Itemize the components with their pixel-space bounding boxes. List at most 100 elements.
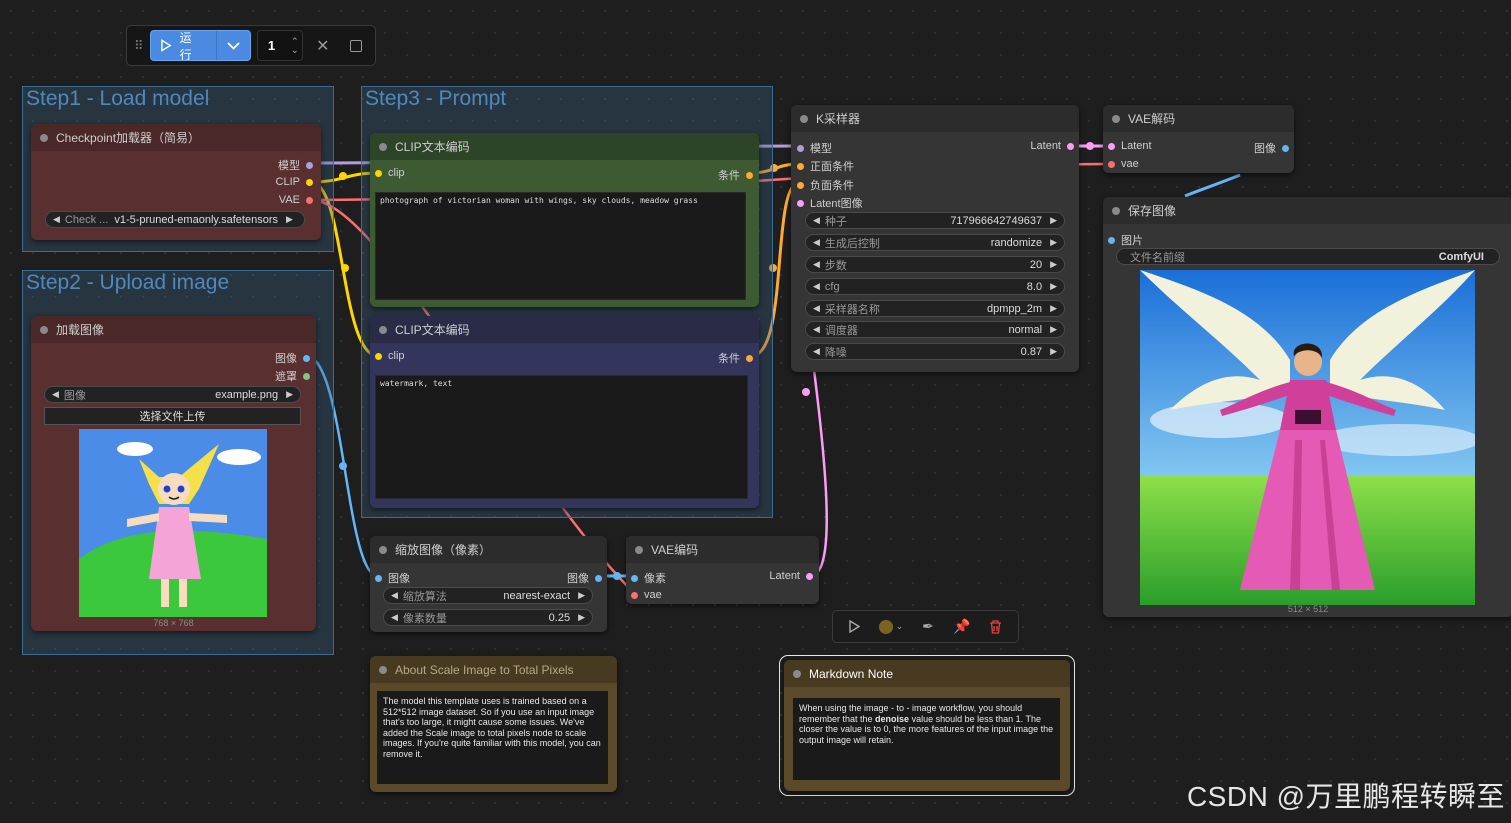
slot-pin[interactable]	[806, 572, 813, 580]
filename-prefix-widget[interactable]: 文件名前缀 ComfyUI	[1116, 248, 1500, 265]
arrow-right-icon[interactable]: ▶	[578, 612, 585, 623]
cancel-run-button[interactable]: ✕	[309, 32, 336, 60]
upscale-method-widget[interactable]: ◀ 缩放算法 nearest-exact ▶	[383, 587, 593, 604]
collapse-dot-icon[interactable]	[800, 114, 808, 123]
slot-pin[interactable]	[306, 161, 313, 169]
input-negative[interactable]: 负面条件	[797, 177, 854, 193]
input-vae[interactable]: vae	[631, 589, 662, 601]
slot-pin[interactable]	[631, 591, 638, 599]
arrow-right-icon[interactable]: ▶	[1050, 259, 1057, 270]
slot-pin[interactable]	[375, 574, 382, 582]
output-image[interactable]: 图像	[567, 570, 602, 586]
node-vae-decode[interactable]: VAE解码 Latent vae 图像	[1103, 105, 1294, 173]
slot-pin[interactable]	[1108, 160, 1115, 168]
arrow-left-icon[interactable]: ◀	[391, 590, 398, 601]
arrow-right-icon[interactable]: ▶	[1050, 303, 1057, 314]
output-image[interactable]: 图像	[275, 350, 310, 366]
arrow-right-icon[interactable]: ▶	[1050, 237, 1057, 248]
scheduler-widget[interactable]: ◀ 调度器 normal ▶	[805, 321, 1065, 338]
output-mask[interactable]: 遮罩	[275, 368, 310, 384]
cfg-widget[interactable]: ◀ cfg 8.0 ▶	[805, 278, 1065, 295]
node-note-scale[interactable]: About Scale Image to Total Pixels The mo…	[370, 656, 617, 792]
node-clip-text-positive[interactable]: CLIP文本编码 clip 条件 photograph of victorian…	[370, 133, 759, 307]
slot-pin[interactable]	[797, 181, 804, 189]
pin-icon[interactable]: 📌	[953, 618, 970, 635]
positive-prompt-textarea[interactable]: photograph of victorian woman with wings…	[375, 192, 746, 300]
node-markdown-note[interactable]: Markdown Note When using the image - to …	[784, 660, 1070, 791]
collapse-dot-icon[interactable]	[635, 545, 643, 554]
arrow-left-icon[interactable]: ◀	[813, 237, 820, 248]
megapixels-widget[interactable]: ◀ 像素数量 0.25 ▶	[383, 609, 593, 626]
input-model[interactable]: 模型	[797, 140, 832, 156]
output-image[interactable]: 图像	[1254, 140, 1289, 156]
collapse-dot-icon[interactable]	[379, 665, 387, 674]
input-clip[interactable]: clip	[375, 167, 405, 179]
output-latent[interactable]: Latent	[1030, 140, 1074, 152]
arrow-left-icon[interactable]: ◀	[813, 346, 820, 357]
arrow-left-icon[interactable]: ◀	[813, 259, 820, 270]
slot-pin[interactable]	[1108, 236, 1115, 244]
input-positive[interactable]: 正面条件	[797, 158, 854, 174]
slot-pin[interactable]	[306, 196, 313, 204]
arrow-right-icon[interactable]: ▶	[286, 389, 293, 400]
trash-icon[interactable]	[989, 619, 1002, 634]
collapse-dot-icon[interactable]	[379, 142, 387, 151]
node-save-image[interactable]: 保存图像 图片 文件名前缀 ComfyUI 512 × 512	[1103, 197, 1511, 617]
slot-pin[interactable]	[1108, 142, 1115, 150]
drag-handle-icon[interactable]: ⠿	[133, 38, 144, 54]
slot-pin[interactable]	[306, 178, 313, 186]
node-scale-image[interactable]: 缩放图像（像素） 图像 图像 ◀ 缩放算法 nearest-exact ▶ ◀ 像素数量…	[370, 536, 607, 632]
slot-pin[interactable]	[797, 144, 804, 152]
output-vae[interactable]: VAE	[279, 194, 313, 206]
upload-button[interactable]: 选择文件上传	[44, 407, 301, 425]
input-images[interactable]: 图片	[1108, 232, 1143, 248]
input-latent[interactable]: Latent	[1108, 140, 1152, 152]
arrow-right-icon[interactable]: ▶	[1050, 215, 1057, 226]
output-latent[interactable]: Latent	[769, 570, 813, 582]
sampler-name-widget[interactable]: ◀ 采样器名称 dpmpp_2m ▶	[805, 300, 1065, 317]
arrow-left-icon[interactable]: ◀	[813, 215, 820, 226]
input-vae[interactable]: vae	[1108, 158, 1139, 170]
stop-button[interactable]	[342, 32, 369, 60]
collapse-dot-icon[interactable]	[793, 669, 801, 678]
slot-pin[interactable]	[375, 169, 382, 177]
slot-pin[interactable]	[797, 199, 804, 207]
node-checkpoint-loader[interactable]: Checkpoint加载器（简易） 模型 CLIP VAE ◀ Check ..…	[31, 124, 321, 240]
slot-pin[interactable]	[797, 162, 804, 170]
input-latent[interactable]: Latent图像	[797, 195, 863, 211]
node-load-image[interactable]: 加载图像 图像 遮罩 ◀ 图像 example.png ▶ 选择文件上传 768…	[31, 316, 316, 631]
bypass-icon[interactable]: ✒	[922, 618, 934, 635]
output-conditioning[interactable]: 条件	[718, 167, 753, 183]
collapse-dot-icon[interactable]	[379, 545, 387, 554]
collapse-dot-icon[interactable]	[379, 325, 387, 334]
batch-count-input[interactable]: 1 ⌃ ⌄	[256, 30, 304, 61]
collapse-dot-icon[interactable]	[40, 133, 48, 142]
slot-pin[interactable]	[746, 354, 753, 362]
run-button[interactable]: 运行	[151, 31, 215, 60]
ckpt-name-combo[interactable]: ◀ Check ... v1-5-pruned-emaonly.safetens…	[45, 211, 305, 228]
input-pixels[interactable]: 像素	[631, 570, 666, 586]
input-image[interactable]: 图像	[375, 570, 410, 586]
node-ksampler[interactable]: K采样器 模型 正面条件 负面条件 Latent图像 Latent ◀ 种子 717…	[791, 105, 1079, 372]
slot-pin[interactable]	[1067, 142, 1074, 150]
denoise-widget[interactable]: ◀ 降噪 0.87 ▶	[805, 343, 1065, 360]
batch-count-stepper[interactable]: ⌃ ⌄	[291, 36, 299, 55]
slot-pin[interactable]	[1282, 144, 1289, 152]
arrow-left-icon[interactable]: ◀	[813, 303, 820, 314]
output-conditioning[interactable]: 条件	[718, 350, 753, 366]
slot-pin[interactable]	[631, 574, 638, 582]
arrow-right-icon[interactable]: ▶	[286, 214, 293, 225]
negative-prompt-textarea[interactable]: watermark, text	[375, 375, 748, 499]
image-file-combo[interactable]: ◀ 图像 example.png ▶	[44, 386, 301, 403]
control-after-generate-widget[interactable]: ◀ 生成后控制 randomize ▶	[805, 234, 1065, 251]
output-model[interactable]: 模型	[278, 157, 313, 173]
arrow-right-icon[interactable]: ▶	[1050, 346, 1057, 357]
arrow-right-icon[interactable]: ▶	[1050, 281, 1057, 292]
input-clip[interactable]: clip	[375, 350, 405, 362]
color-picker-button[interactable]: ⌄	[878, 619, 903, 634]
arrow-left-icon[interactable]: ◀	[391, 612, 398, 623]
play-icon[interactable]	[848, 620, 860, 633]
collapse-dot-icon[interactable]	[1112, 206, 1120, 215]
note-textarea[interactable]: The model this template uses is trained …	[377, 691, 608, 784]
arrow-right-icon[interactable]: ▶	[1050, 324, 1057, 335]
